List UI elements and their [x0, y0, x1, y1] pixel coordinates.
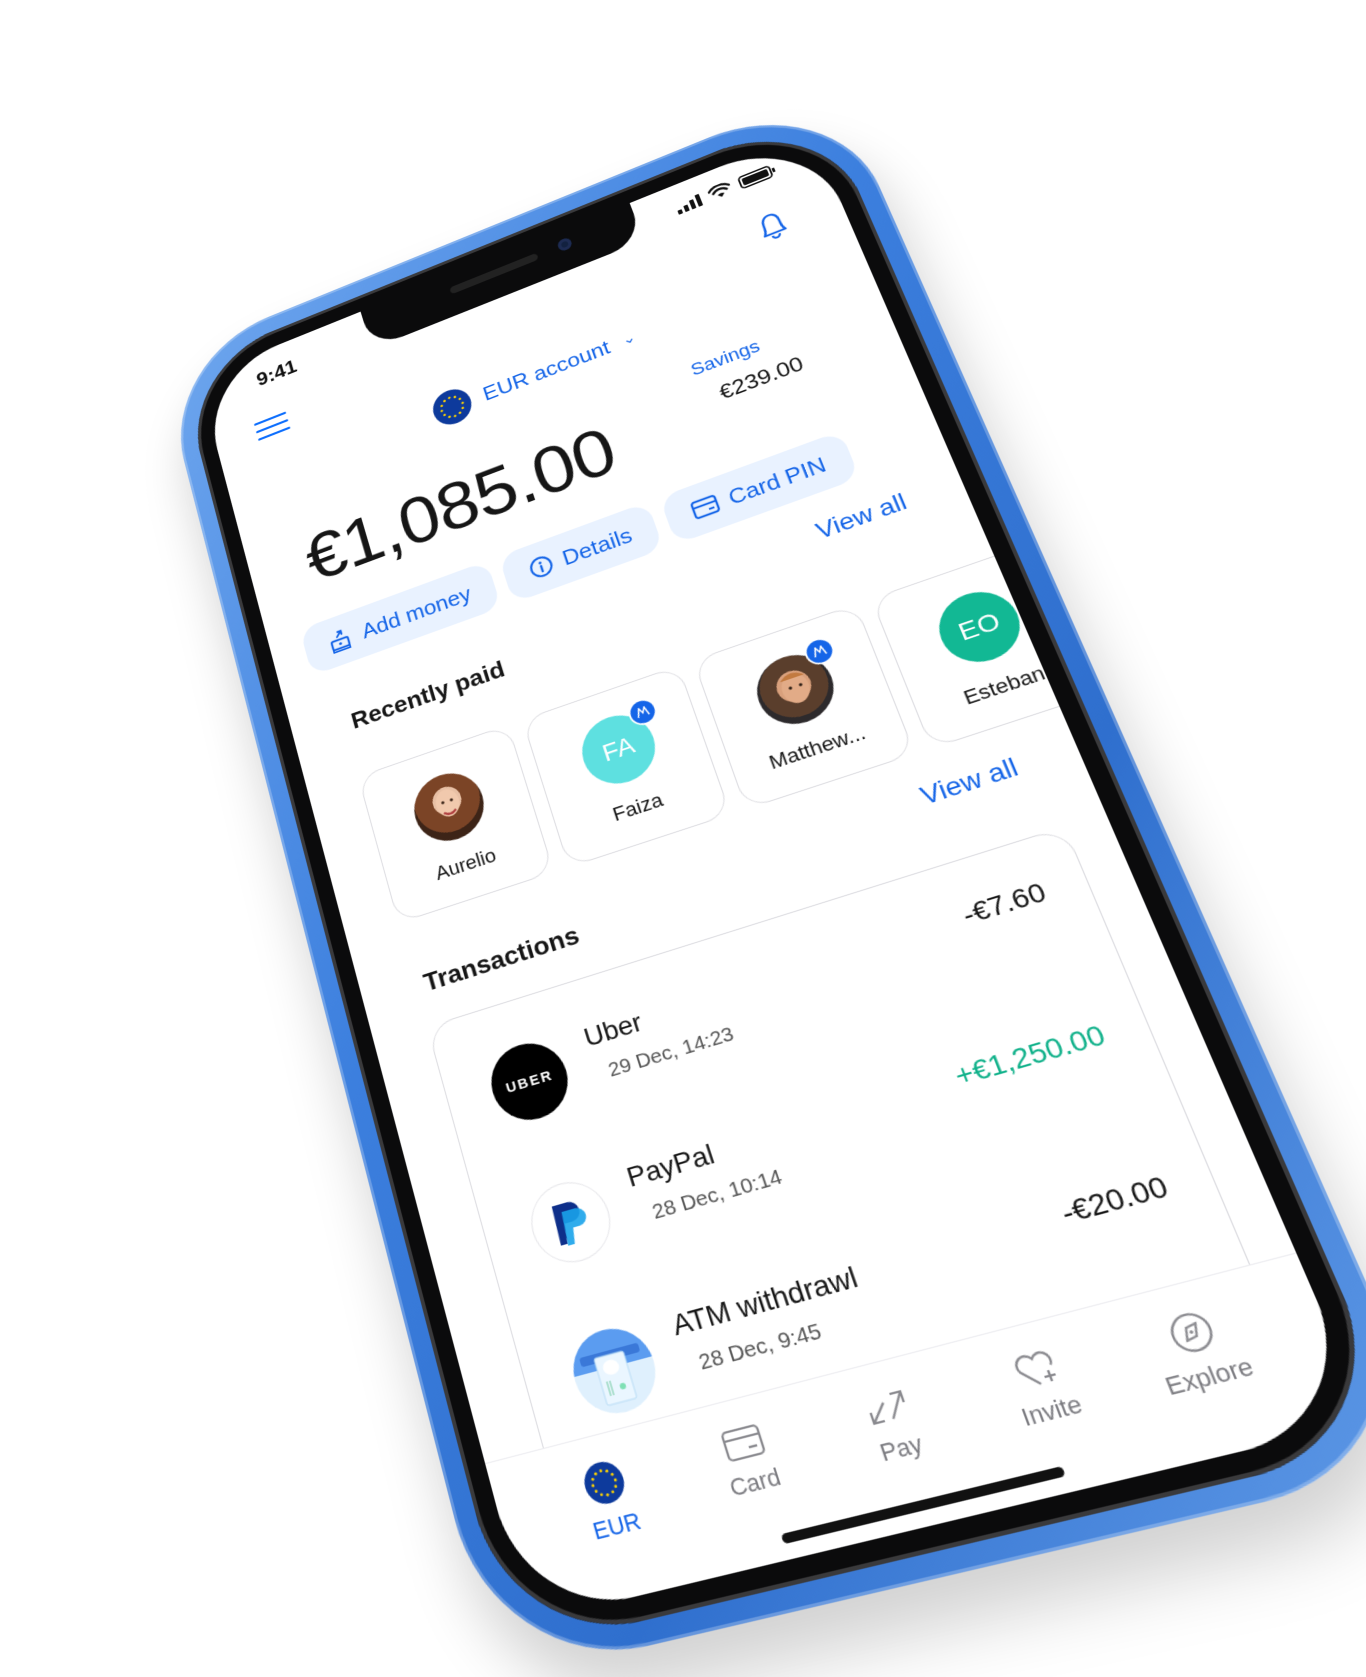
nav-tab-eur[interactable]: EUR [533, 1421, 699, 1610]
recent-contact-aurelio[interactable]: Aurelio [357, 724, 555, 924]
compass-icon [1161, 1306, 1221, 1359]
add-money-icon [325, 624, 355, 655]
contact-name: Aurelio [432, 843, 499, 885]
transaction-amount: -€7.60 [957, 876, 1051, 931]
card-icon [717, 1421, 769, 1466]
nav-tab-card[interactable]: Card [669, 1385, 844, 1577]
recently-paid-title: Recently paid [348, 655, 508, 734]
wifi-icon [706, 180, 733, 202]
status-time: 9:41 [254, 354, 300, 391]
avatar [406, 764, 492, 851]
transaction-name: ATM withdrawl [668, 1260, 862, 1342]
front-camera [556, 236, 574, 253]
card-pin-label: Card PIN [724, 451, 830, 510]
transaction-amount: +€1,250.00 [950, 1018, 1110, 1092]
nav-label: EUR [589, 1506, 644, 1546]
contact-name: Faiza [609, 788, 666, 826]
recent-contact-matthew[interactable]: Matthew... [692, 603, 916, 810]
nav-label: Explore [1161, 1351, 1258, 1401]
hamburger-menu-icon[interactable] [253, 411, 292, 444]
atm-icon [563, 1319, 666, 1423]
heart-plus-icon [1008, 1346, 1066, 1394]
transaction-amount: -€20.00 [1056, 1169, 1173, 1230]
card-icon [689, 493, 722, 521]
details-label: Details [559, 522, 636, 570]
transfer-arrows-icon [860, 1384, 915, 1431]
nav-label: Pay [876, 1429, 927, 1467]
app-screen: 9:41 EUR account ⌄ €1,085.00 Savings €23… [198, 130, 1366, 1623]
recently-paid-view-all[interactable]: View all [812, 488, 911, 545]
signal-icon [674, 193, 704, 215]
eu-flag-icon [428, 383, 476, 431]
nav-label: Card [726, 1462, 784, 1502]
contact-name: Matthew... [766, 721, 869, 774]
uber-logo-icon: UBER [482, 1034, 578, 1130]
phone: 9:41 EUR account ⌄ €1,085.00 Savings €23… [158, 86, 1366, 1677]
info-icon [526, 552, 557, 582]
uber-logo-text: UBER [504, 1066, 555, 1097]
nav-tab-explore[interactable]: Explore [1105, 1268, 1310, 1468]
paypal-logo-icon [521, 1172, 621, 1272]
chevron-down-icon: ⌄ [619, 328, 638, 348]
nav-label: Invite [1017, 1389, 1087, 1432]
recent-contact-faiza[interactable]: FA Faiza [521, 665, 732, 868]
product-mockup: 9:41 EUR account ⌄ €1,085.00 Savings €23… [0, 0, 1366, 1677]
eu-flag-icon [579, 1457, 630, 1508]
add-money-label: Add money [359, 581, 474, 643]
bell-icon[interactable] [749, 204, 796, 248]
battery-icon [736, 164, 774, 190]
transaction-name: Uber [580, 1006, 646, 1053]
transactions-view-all[interactable]: View all [916, 752, 1022, 811]
